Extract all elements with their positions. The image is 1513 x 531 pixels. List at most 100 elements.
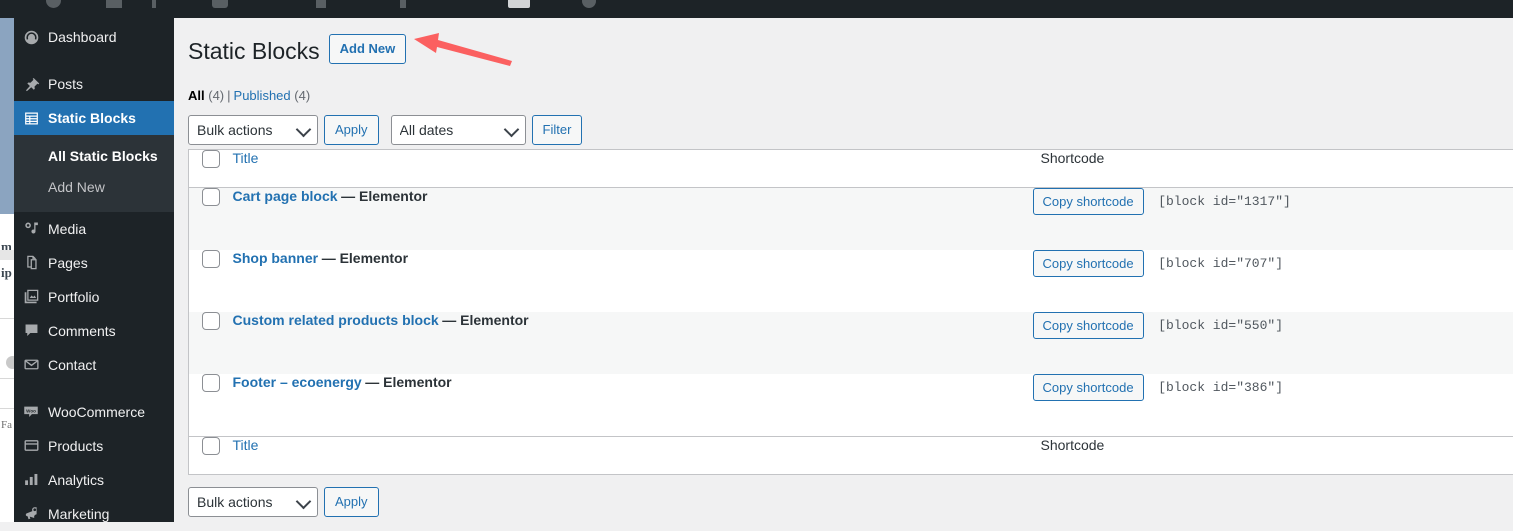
row-title-link[interactable]: Cart page block [233,188,338,204]
bulk-actions-select[interactable]: Bulk actions [188,115,318,145]
shortcode-column-header: Shortcode [1033,149,1513,187]
table-head: Title Shortcode [189,149,1513,187]
sidebar-item-products[interactable]: Products [14,429,174,463]
table-body: Cart page block — Elementor Copy shortco… [189,187,1513,436]
sidebar-submenu-static-blocks[interactable]: All Static Blocks Add New [14,135,174,212]
sidebar-item-media[interactable]: Media [14,212,174,246]
sidebar-item-label: Contact [48,358,96,372]
tablenav-bottom: Bulk actions Apply [188,487,1513,517]
sidebar-item-pages[interactable]: Pages [14,246,174,280]
dates-select-wrapper[interactable]: All dates [391,115,526,145]
row-checkbox[interactable] [202,312,220,330]
sidebar-item-analytics[interactable]: Analytics [14,463,174,497]
row-checkbox[interactable] [202,374,220,392]
row-title-suffix: — Elementor [442,312,528,328]
select-all-checkbox-bottom[interactable] [202,437,220,455]
row-title-link[interactable]: Shop banner [233,250,319,266]
sidebar-item-label: Posts [48,77,83,91]
sidebar-item-dashboard[interactable]: Dashboard [14,20,174,54]
view-all[interactable]: All (4) [188,88,224,103]
row-select-cell[interactable] [189,250,233,312]
user-avatar-icon[interactable] [582,0,596,8]
sidebar-item-label: Comments [48,324,116,338]
filter-button[interactable]: Filter [532,115,583,145]
shortcode-text: [block id="1317"] [1158,194,1291,209]
sidebar-item-label: Pages [48,256,88,270]
dates-select[interactable]: All dates [391,115,526,145]
sidebar-submenu-item-label: Add New [48,179,105,195]
title-column-sort-link[interactable]: Title [233,150,259,166]
row-title-cell[interactable]: Shop banner — Elementor [233,250,1033,312]
wordpress-logo-icon[interactable] [46,0,61,8]
row-checkbox[interactable] [202,188,220,206]
sidebar-item-woocommerce[interactable]: Woo WooCommerce [14,395,174,429]
woocommerce-icon: Woo [14,403,48,421]
title-column-header[interactable]: Title [233,149,1033,187]
shortcode-text: [block id="707"] [1158,256,1283,271]
copy-shortcode-button[interactable]: Copy shortcode [1033,312,1144,339]
apply-button-bottom[interactable]: Apply [324,487,379,517]
marketing-megaphone-icon [14,505,48,522]
background-text-fragment: Fa [1,420,12,431]
row-shortcode-cell: Copy shortcode [block id="1317"] [1033,187,1513,250]
admin-bar[interactable] [0,0,1513,18]
pin-icon [14,76,48,93]
row-select-cell[interactable] [189,312,233,374]
table-row[interactable]: Cart page block — Elementor Copy shortco… [189,187,1513,250]
admin-sidebar[interactable]: Dashboard Posts Static Blocks All Static… [14,0,174,522]
sidebar-item-label: Static Blocks [48,111,136,125]
sidebar-submenu-item-all-static-blocks[interactable]: All Static Blocks [14,141,174,172]
row-select-cell[interactable] [189,187,233,250]
row-title-cell[interactable]: Cart page block — Elementor [233,187,1033,250]
bulk-actions-select-wrapper[interactable]: Bulk actions [188,115,318,145]
sidebar-item-label: Analytics [48,473,104,487]
site-icon[interactable] [106,0,122,8]
tablenav-top: Bulk actions Apply All dates Filter [188,115,1513,145]
copy-shortcode-button[interactable]: Copy shortcode [1033,188,1144,215]
sidebar-submenu-item-add-new[interactable]: Add New [14,172,174,203]
bulk-actions-select-wrapper-bottom[interactable]: Bulk actions [188,487,318,517]
row-title-link[interactable]: Footer – ecoenergy [233,374,362,390]
sidebar-item-comments[interactable]: Comments [14,314,174,348]
view-published[interactable]: Published (4) [234,88,311,103]
page-header: Static Blocks Add New [188,18,1513,71]
view-published-link[interactable]: Published [234,88,291,103]
portfolio-icon [14,288,48,305]
row-title-link[interactable]: Custom related products block [233,312,439,328]
background-text-fragment: ip [1,266,12,279]
row-title-suffix: — Elementor [365,374,451,390]
apply-button-top[interactable]: Apply [324,115,379,145]
copy-shortcode-button[interactable]: Copy shortcode [1033,250,1144,277]
select-all-footer[interactable] [189,436,233,474]
sidebar-item-portfolio[interactable]: Portfolio [14,280,174,314]
table-row[interactable]: Shop banner — Elementor Copy shortcode [… [189,250,1513,312]
plugin-icon[interactable] [400,0,406,8]
views-filter-list[interactable]: All (4)|Published (4) [188,83,1513,109]
title-column-sort-link-bottom[interactable]: Title [233,437,259,453]
row-title-cell[interactable]: Footer – ecoenergy — Elementor [233,374,1033,437]
table-row[interactable]: Custom related products block — Elemento… [189,312,1513,374]
main-content: Static Blocks Add New All (4)|Published … [174,18,1513,522]
table-row[interactable]: Footer – ecoenergy — Elementor Copy shor… [189,374,1513,437]
customize-icon[interactable] [152,0,156,8]
sidebar-separator [14,382,174,395]
sidebar-item-posts[interactable]: Posts [14,67,174,101]
cart-icon[interactable] [508,0,530,8]
sidebar-submenu-item-label: All Static Blocks [48,148,158,164]
select-all-checkbox-top[interactable] [202,150,220,168]
title-column-footer[interactable]: Title [233,436,1033,474]
new-content-icon[interactable] [316,0,326,8]
sidebar-item-static-blocks[interactable]: Static Blocks [14,101,174,135]
select-all-header[interactable] [189,149,233,187]
view-all-link[interactable]: All [188,88,205,103]
copy-shortcode-button[interactable]: Copy shortcode [1033,374,1144,401]
row-checkbox[interactable] [202,250,220,268]
sidebar-item-label: Marketing [48,507,109,521]
row-title-cell[interactable]: Custom related products block — Elemento… [233,312,1033,374]
comments-icon[interactable] [212,0,228,8]
row-select-cell[interactable] [189,374,233,437]
add-new-button[interactable]: Add New [329,34,407,64]
bulk-actions-select-bottom[interactable]: Bulk actions [188,487,318,517]
sidebar-item-marketing[interactable]: Marketing [14,497,174,531]
sidebar-item-contact[interactable]: Contact [14,348,174,382]
